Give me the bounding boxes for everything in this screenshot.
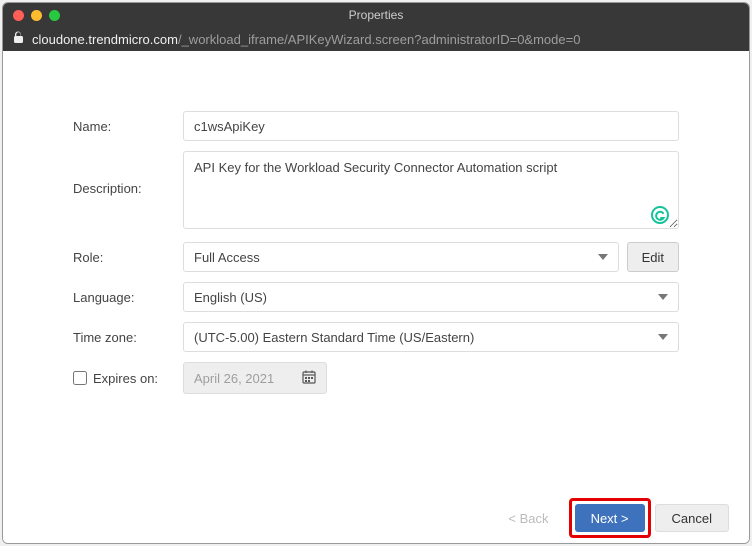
role-label: Role: <box>73 250 183 265</box>
url-bar: cloudone.trendmicro.com/_workload_iframe… <box>3 27 749 51</box>
language-select[interactable]: English (US) <box>183 282 679 312</box>
traffic-lights <box>13 10 60 21</box>
lock-icon <box>13 31 24 47</box>
form-area: Name: Description: API Key for the Workl… <box>3 51 749 543</box>
next-button[interactable]: Next > <box>575 504 645 532</box>
edit-role-button[interactable]: Edit <box>627 242 679 272</box>
expires-label: Expires on: <box>93 371 158 386</box>
expires-checkbox-wrap[interactable]: Expires on: <box>73 371 183 386</box>
expires-checkbox[interactable] <box>73 371 87 385</box>
cancel-button[interactable]: Cancel <box>655 504 729 532</box>
url-host: cloudone.trendmicro.com <box>32 32 178 47</box>
description-input[interactable]: API Key for the Workload Security Connec… <box>183 151 679 229</box>
name-label: Name: <box>73 119 183 134</box>
properties-window: Properties cloudone.trendmicro.com/_work… <box>2 2 750 544</box>
role-select[interactable]: Full Access <box>183 242 619 272</box>
wizard-footer: < Back Next > Cancel <box>3 493 749 543</box>
name-input[interactable] <box>183 111 679 141</box>
url-text: cloudone.trendmicro.com/_workload_iframe… <box>32 32 580 47</box>
minimize-icon[interactable] <box>31 10 42 21</box>
window-title: Properties <box>3 8 749 22</box>
description-label: Description: <box>73 151 183 196</box>
language-label: Language: <box>73 290 183 305</box>
timezone-label: Time zone: <box>73 330 183 345</box>
window-titlebar: Properties <box>3 3 749 27</box>
calendar-icon <box>302 370 316 387</box>
expires-date-input[interactable]: April 26, 2021 <box>183 362 327 394</box>
maximize-icon[interactable] <box>49 10 60 21</box>
back-button: < Back <box>492 504 564 532</box>
expires-date-text: April 26, 2021 <box>194 371 274 386</box>
url-path: /_workload_iframe/APIKeyWizard.screen?ad… <box>178 32 580 47</box>
timezone-select[interactable]: (UTC-5.00) Eastern Standard Time (US/Eas… <box>183 322 679 352</box>
close-icon[interactable] <box>13 10 24 21</box>
